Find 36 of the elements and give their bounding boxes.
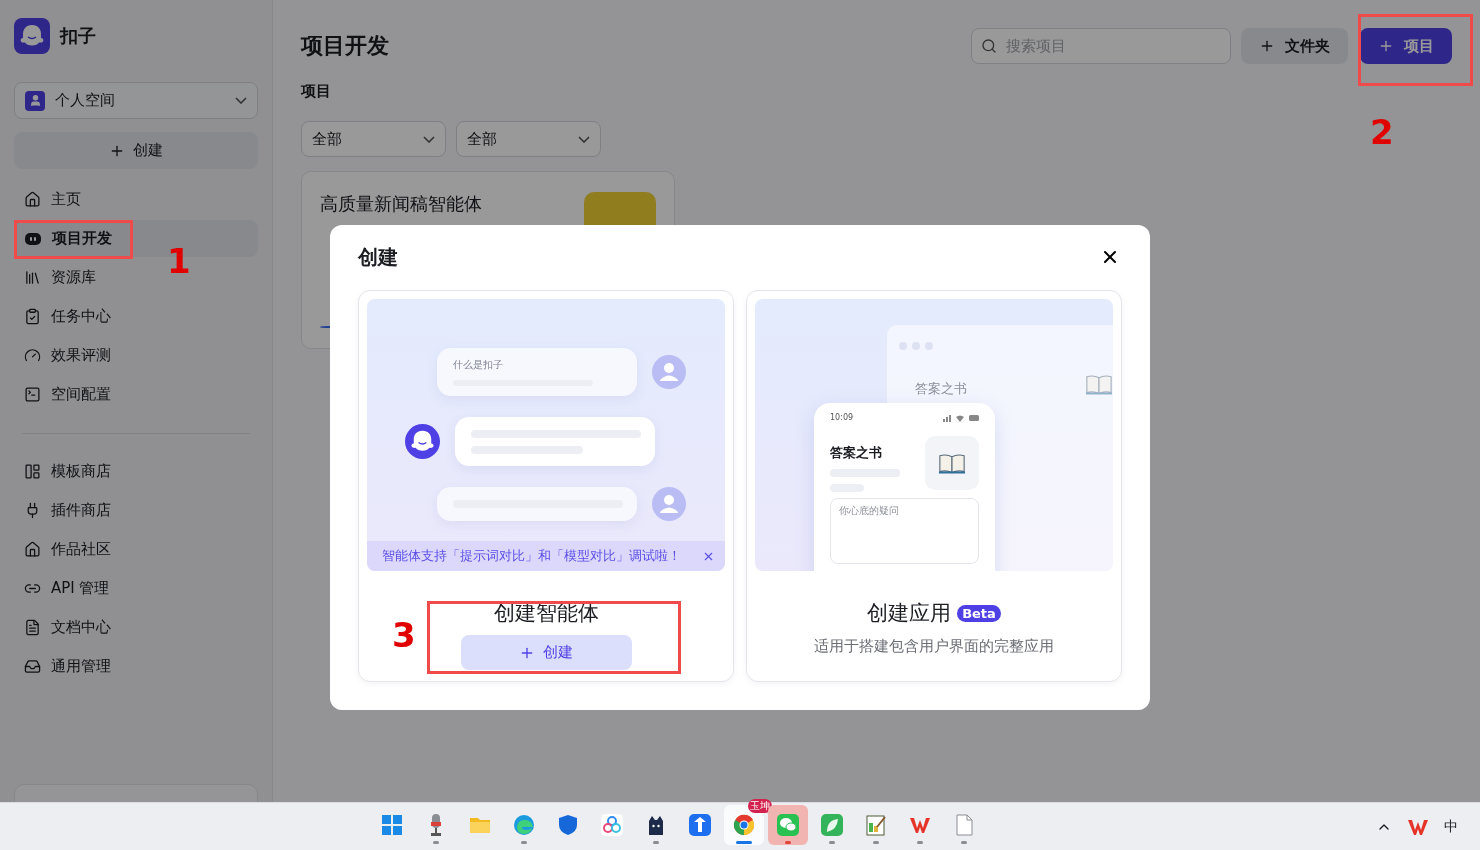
sidebar-item[interactable]: 效果评测 <box>14 337 258 374</box>
new-folder-button[interactable]: 文件夹 <box>1241 28 1348 64</box>
page-title: 项目开发 <box>301 32 390 60</box>
sidebar-item[interactable]: 文档中心 <box>14 609 258 646</box>
phone-title: 答案之书 <box>830 444 883 462</box>
new-project-button[interactable]: 项目 <box>1360 28 1452 64</box>
space-select[interactable]: 个人空间 <box>14 82 258 119</box>
sidebar-item[interactable]: 空间配置 <box>14 376 258 413</box>
option-description: 适用于搭建包含用户界面的完整应用 <box>814 637 1054 656</box>
sidebar-item[interactable]: 通用管理 <box>14 648 258 685</box>
question-text: 什么是扣子 <box>453 358 504 372</box>
filter-select[interactable]: 全部 <box>456 121 601 157</box>
option-card[interactable]: 答案之书 10:09 答案之书 你心底的疑问 创建应用 Beta 适用于搭建包含用户界面的完整应用 <box>746 290 1122 682</box>
phone-time: 10:09 <box>830 413 854 422</box>
option-title: 创建应用 <box>867 600 952 627</box>
sidebar-item[interactable]: 作品社区 <box>14 531 258 568</box>
sidebar-item[interactable]: 模板商店 <box>14 453 258 490</box>
sidebar-item[interactable]: API 管理 <box>14 570 258 607</box>
step-number: 2 <box>1370 115 1394 149</box>
create-button[interactable]: 创建 <box>460 635 632 670</box>
step-number: 3 <box>392 618 416 652</box>
sidebar-item[interactable]: 任务中心 <box>14 298 258 335</box>
section-title: 项目 <box>301 82 332 101</box>
sidebar-item[interactable]: 主页 <box>14 181 258 218</box>
input-method-button[interactable]: 中 <box>1444 818 1458 836</box>
sidebar-item[interactable]: 插件商店 <box>14 492 258 529</box>
window-mockup-title: 答案之书 <box>915 380 967 398</box>
question-field: 你心底的疑问 <box>830 498 979 564</box>
filter-select[interactable]: 全部 <box>301 121 446 157</box>
beta-badge: Beta <box>957 604 1001 622</box>
dialog-title: 创建 <box>358 243 398 271</box>
notice-text: 智能体支持「提示词对比」和「模型对比」调试啦！ <box>382 547 681 565</box>
option-title: 创建智能体 <box>493 600 599 627</box>
app-name: 扣子 <box>60 24 96 48</box>
project-title: 高质量新闻稿智能体 <box>320 192 483 216</box>
create-button[interactable]: 创建 <box>14 132 258 169</box>
